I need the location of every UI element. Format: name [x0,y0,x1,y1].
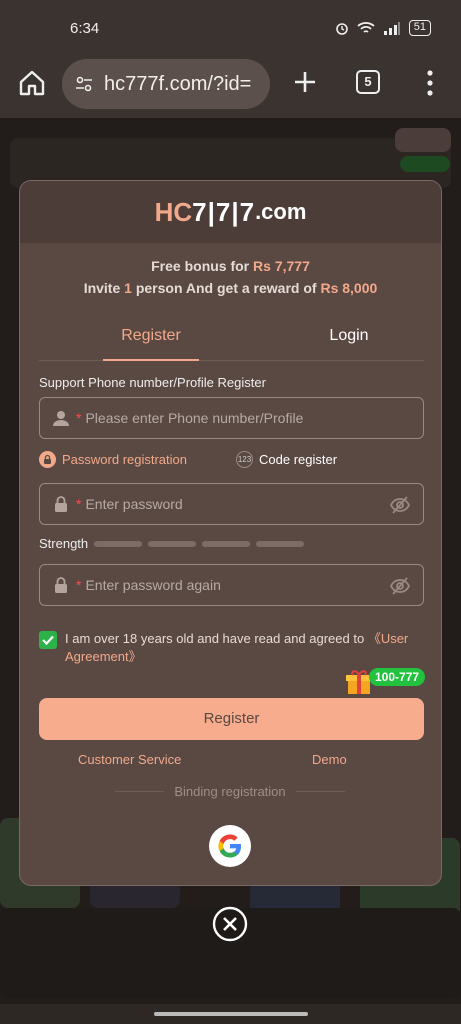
tab-switcher-button[interactable]: 5 [356,70,380,94]
lock-icon [39,451,56,468]
required-mark: * [76,577,82,593]
browser-toolbar: hc777f.com/?id= 5 [0,56,461,118]
status-time: 6:34 [70,19,100,37]
agreement-text: I am over 18 years old and have read and… [65,630,424,666]
bonus-prefix: Free bonus for [151,258,254,274]
background-button [400,156,450,172]
confirm-password-field[interactable]: * [39,564,424,606]
age-agreement: I am over 18 years old and have read and… [39,630,424,666]
password-input[interactable] [85,496,376,512]
code-option-label: Code register [259,452,338,467]
required-mark: * [76,410,82,426]
tab-register[interactable]: Register [103,327,199,345]
status-icons: 51 [335,20,431,36]
invite-mid: person And get a reward of [131,280,321,296]
logo-digits: 7|7|7 [192,196,256,227]
bonus-line-2: Invite 1 person And get a reward of Rs 8… [20,280,441,296]
battery-indicator: 51 [408,20,431,36]
divider-line [295,791,346,792]
modal-header: HC 7|7|7 .com [20,181,441,243]
eye-off-icon[interactable] [389,494,411,516]
binding-divider: Binding registration [115,784,346,799]
password-option-label: Password registration [62,452,187,467]
strength-bar [94,540,143,547]
lock-icon [55,577,67,593]
required-mark: * [76,496,82,512]
url-bar[interactable]: hc777f.com/?id= [62,59,270,109]
google-icon [218,834,241,858]
register-button[interactable]: Register [39,698,424,740]
phone-input[interactable] [85,410,376,426]
status-bar: 6:34 51 [0,0,461,56]
register-modal: HC 7|7|7 .com Free bonus for Rs 7,777 In… [19,180,442,886]
bonus-line-1: Free bonus for Rs 7,777 [20,258,441,274]
url-text: hc777f.com/?id= [104,72,252,95]
strength-bar [256,540,305,547]
eye-off-icon[interactable] [389,575,411,597]
logo-hc: HC [154,196,193,227]
invite-prefix: Invite [83,280,125,296]
site-settings-icon[interactable] [74,74,94,94]
home-gesture-handle[interactable] [154,1012,308,1016]
user-icon [53,411,69,426]
alarm-icon [335,23,348,35]
strength-label: Strength [39,536,89,551]
background-button [395,128,451,152]
register-method-options: Password registration 123 Code register [39,451,424,473]
invite-count: 1 [124,280,132,296]
code-register-option[interactable]: 123 Code register [236,451,337,468]
google-login-button[interactable] [209,825,251,867]
wifi-icon [357,22,375,33]
agreement-checkbox[interactable] [39,631,57,649]
strength-bar [148,540,197,547]
close-icon[interactable] [212,906,248,942]
active-tab-indicator [103,359,199,361]
password-strength: Strength [39,536,305,551]
agreement-statement: I am over 18 years old and have read and… [65,631,368,646]
strength-bar [202,540,251,547]
binding-label: Binding registration [174,784,286,799]
tab-login[interactable]: Login [301,327,397,345]
new-tab-icon[interactable] [290,67,320,97]
demo-link[interactable]: Demo [312,752,347,767]
phone-section-label: Support Phone number/Profile Register [39,375,266,390]
promo-badge[interactable]: 100-777 [369,668,426,686]
divider-line [115,791,165,792]
home-icon[interactable] [17,68,47,98]
confirm-password-input[interactable] [85,577,376,593]
site-logo: HC 7|7|7 .com [155,197,307,228]
signal-icon [383,22,400,35]
lock-icon [55,496,67,512]
logo-tld: .com [255,199,307,224]
auth-tabs: Register Login [39,317,424,361]
bonus-amount: Rs 7,777 [253,258,310,274]
reward-amount: Rs 8,000 [320,280,378,296]
phone-field[interactable]: * [39,397,424,439]
password-registration-option[interactable]: Password registration [39,451,187,468]
password-field[interactable]: * [39,483,424,525]
number-code-icon: 123 [236,451,253,468]
check-icon [42,635,54,646]
customer-service-link[interactable]: Customer Service [78,752,181,767]
more-menu-icon[interactable] [420,67,440,99]
